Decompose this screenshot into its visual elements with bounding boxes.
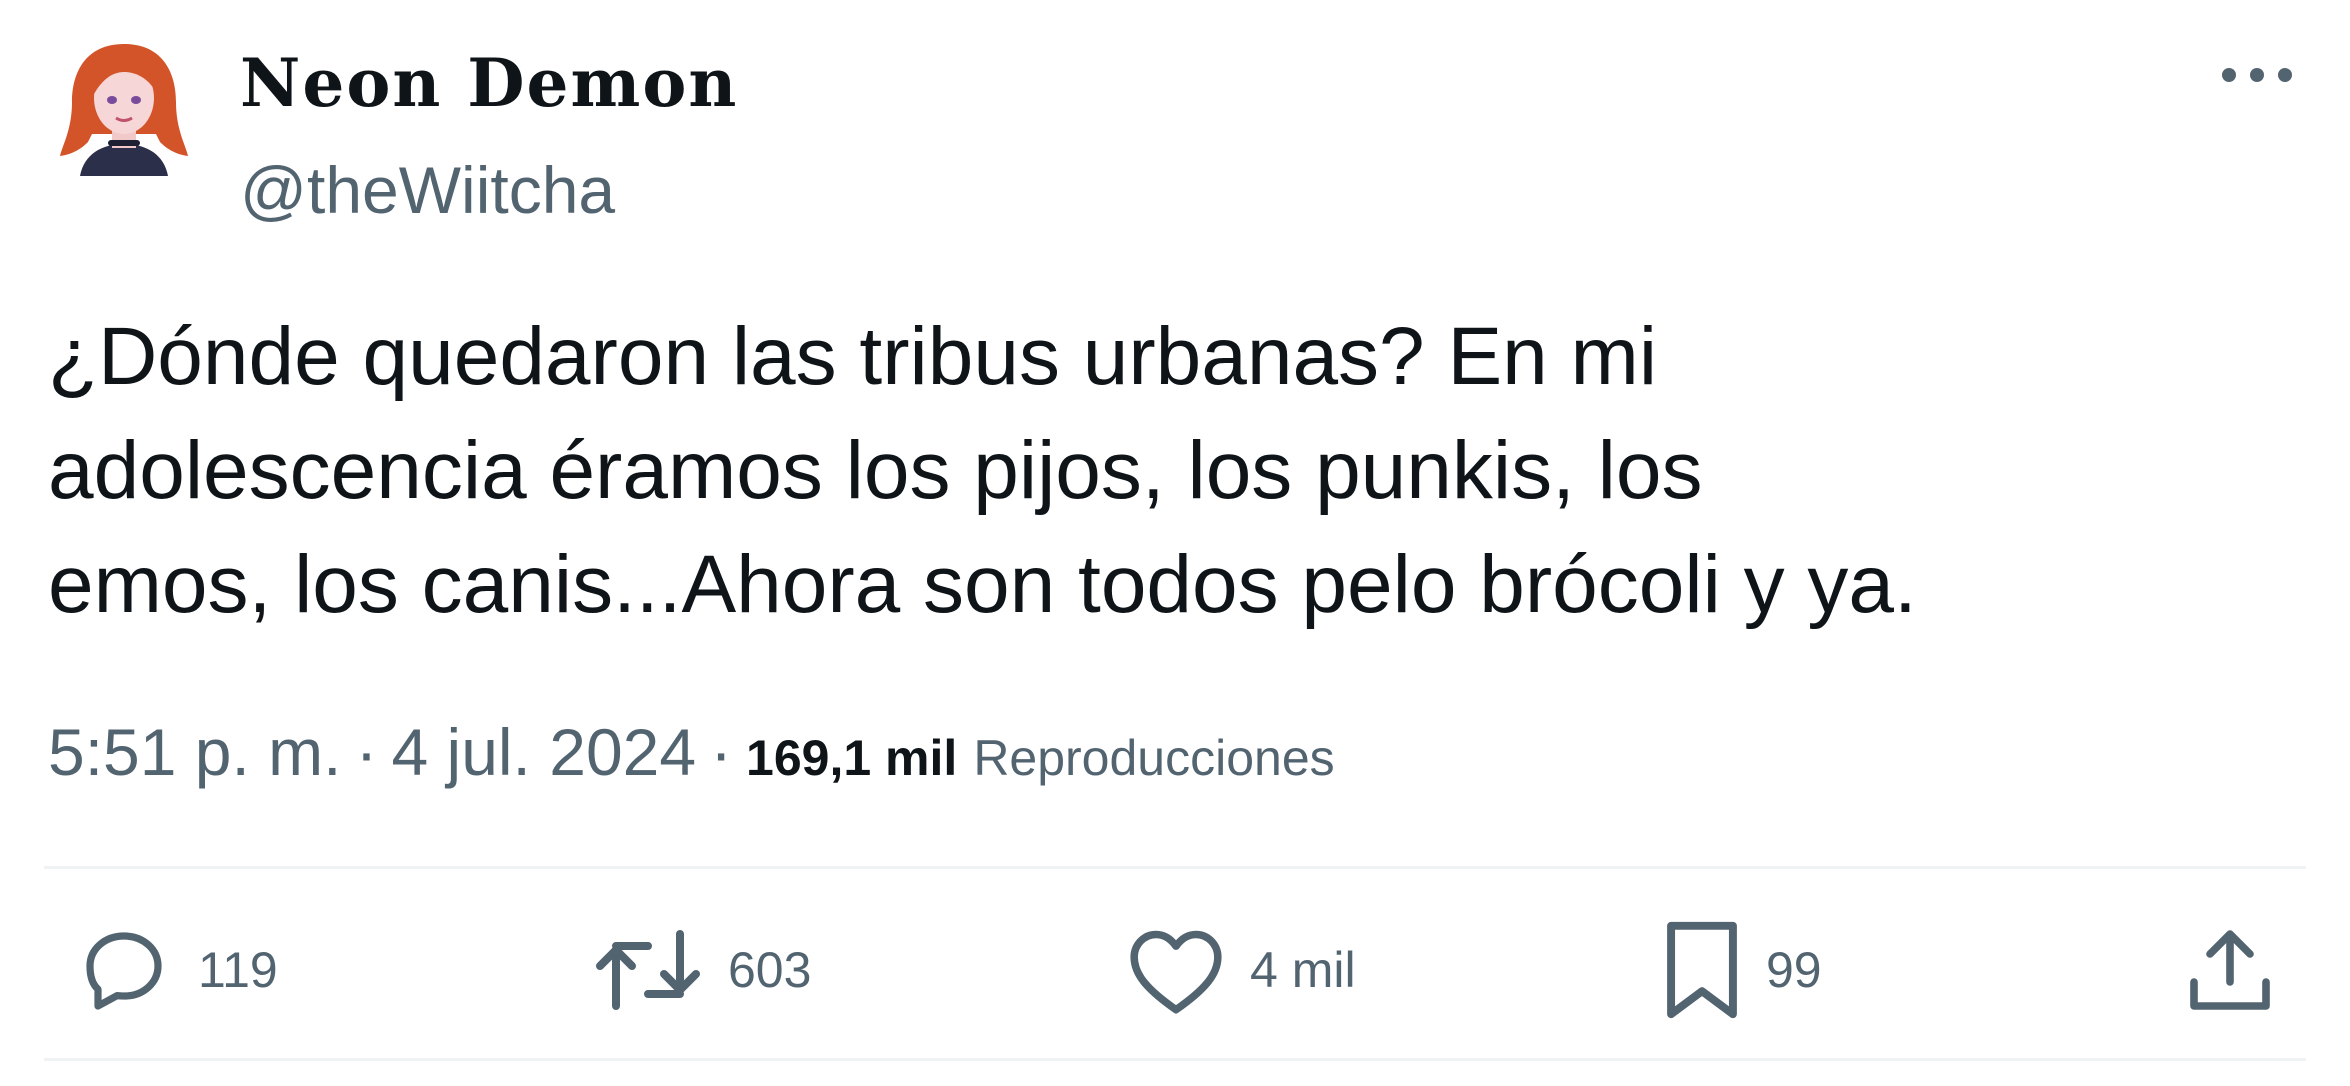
tweet-text: ¿Dónde quedaron las tribus urbanas? En m… — [48, 300, 2308, 642]
share-icon — [2190, 930, 2270, 1010]
separator-dot: · — [355, 715, 378, 789]
reply-icon — [86, 932, 162, 1010]
share-button[interactable] — [2182, 910, 2278, 1030]
like-button[interactable]: 4 mil — [1124, 910, 1356, 1030]
divider — [44, 866, 2306, 869]
retweet-icon — [596, 930, 700, 1010]
views-count: 169,1 mil — [746, 730, 958, 786]
user-handle[interactable]: @theWiitcha — [240, 150, 615, 230]
separator-dot: · — [710, 715, 733, 789]
tweet-text-line: emos, los canis...Ahora son todos pelo b… — [48, 539, 1917, 630]
tweet-text-line: ¿Dónde quedaron las tribus urbanas? En m… — [48, 311, 1658, 402]
tweet-text-line: adolescencia éramos los pijos, los punki… — [48, 425, 1703, 516]
bookmark-icon — [1667, 921, 1737, 1019]
reply-button[interactable]: 119 — [72, 910, 278, 1030]
more-options-button[interactable] — [2212, 50, 2302, 100]
tweet-time[interactable]: 5:51 p. m. — [48, 712, 342, 792]
tweet-date[interactable]: 4 jul. 2024 — [391, 712, 696, 792]
display-name[interactable]: Neon Demon — [240, 38, 738, 128]
retweet-count: 603 — [728, 942, 812, 998]
tweet-meta: 5:51 p. m. · 4 jul. 2024 · 169,1 mil Rep… — [48, 712, 1335, 792]
like-count: 4 mil — [1250, 942, 1356, 998]
views-label: Reproducciones — [973, 730, 1335, 786]
heart-icon — [1130, 930, 1222, 1014]
divider — [44, 1058, 2306, 1061]
bookmark-button[interactable]: 99 — [1660, 910, 1822, 1030]
bookmark-count: 99 — [1766, 942, 1822, 998]
reply-count: 119 — [198, 942, 278, 998]
avatar-image — [60, 44, 188, 176]
avatar[interactable] — [58, 38, 190, 180]
more-horizontal-icon — [2222, 68, 2292, 82]
retweet-button[interactable]: 603 — [590, 910, 811, 1030]
